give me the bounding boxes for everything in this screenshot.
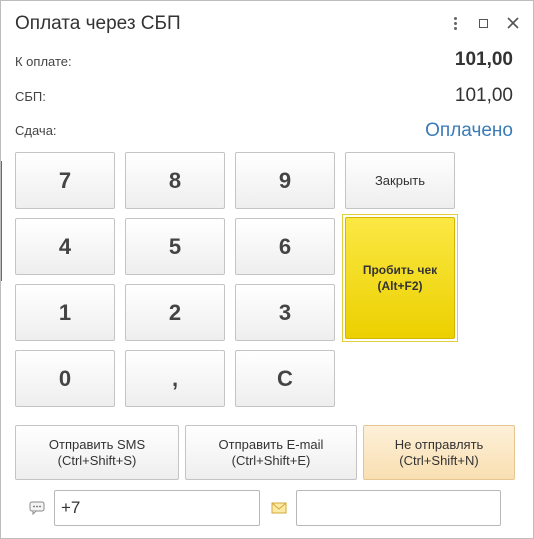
change-label: Сдача: [15, 123, 57, 138]
key-9[interactable]: 9 [235, 152, 335, 209]
key-7[interactable]: 7 [15, 152, 115, 209]
envelope-icon [270, 500, 288, 516]
key-2[interactable]: 2 [125, 284, 225, 341]
window-edge [1, 161, 2, 281]
sbp-value: 101,00 [454, 85, 513, 106]
close-button[interactable]: Закрыть [345, 152, 455, 209]
chat-icon [28, 500, 46, 516]
key-clear[interactable]: C [235, 350, 335, 407]
print-button-shortcut: (Alt+F2) [377, 279, 423, 293]
send-sms-button[interactable]: Отправить SMS (Ctrl+Shift+S) [15, 425, 179, 480]
amount-due-value: 101,00 [454, 49, 513, 70]
more-vertical-icon[interactable] [445, 13, 465, 33]
change-value: Оплачено [425, 120, 513, 141]
send-sms-label: Отправить SMS [48, 436, 146, 452]
maximize-icon[interactable] [473, 13, 493, 33]
close-icon[interactable] [503, 13, 523, 33]
send-email-button[interactable]: Отправить E-mail (Ctrl+Shift+E) [185, 425, 357, 480]
key-comma[interactable]: , [125, 350, 225, 407]
payment-dialog: Оплата через СБП К оплате: 101,00 СБП: 1… [0, 0, 534, 539]
phone-input[interactable] [54, 490, 260, 526]
key-0[interactable]: 0 [15, 350, 115, 407]
sbp-label: СБП: [15, 89, 46, 104]
send-email-label: Отправить E-mail [218, 436, 324, 452]
email-input[interactable] [296, 490, 501, 526]
key-3[interactable]: 3 [235, 284, 335, 341]
title-bar: Оплата через СБП [1, 1, 533, 45]
print-button-label: Пробить чек [362, 263, 438, 277]
amount-due-label: К оплате: [15, 54, 72, 69]
window-title: Оплата через СБП [15, 13, 181, 34]
key-5[interactable]: 5 [125, 218, 225, 275]
send-email-shortcut: (Ctrl+Shift+E) [231, 452, 311, 468]
do-not-send-label: Не отправлять [394, 436, 484, 452]
do-not-send-button[interactable]: Не отправлять (Ctrl+Shift+N) [363, 425, 515, 480]
send-sms-shortcut: (Ctrl+Shift+S) [57, 452, 137, 468]
key-6[interactable]: 6 [235, 218, 335, 275]
key-4[interactable]: 4 [15, 218, 115, 275]
print-receipt-button[interactable]: Пробить чек (Alt+F2) [345, 217, 455, 339]
key-8[interactable]: 8 [125, 152, 225, 209]
key-1[interactable]: 1 [15, 284, 115, 341]
do-not-send-shortcut: (Ctrl+Shift+N) [399, 452, 479, 468]
